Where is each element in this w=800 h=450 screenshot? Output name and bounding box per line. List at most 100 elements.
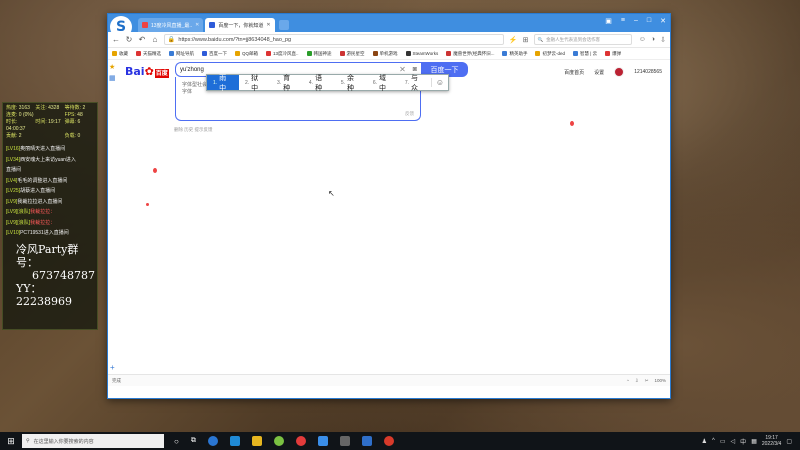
tab-close-icon[interactable]: ✕ — [195, 22, 199, 28]
bookmark-label: 网址导航 — [176, 50, 194, 56]
bookmark-item[interactable]: 韩国神途 — [306, 51, 332, 57]
party-number: 673748787 — [32, 268, 95, 282]
bookmark-item[interactable]: 初梦云-ded — [535, 51, 565, 57]
bookmark-item[interactable]: 游民星空 — [339, 51, 365, 57]
baidu-logo[interactable]: Bai✿ 百度 — [125, 65, 169, 78]
grid-icon[interactable]: ⊞ — [523, 36, 529, 44]
new-tab-button[interactable] — [278, 20, 289, 30]
app-red-icon[interactable] — [295, 436, 306, 446]
speaker-icon[interactable]: ◔ — [626, 378, 629, 384]
extension-icon[interactable]: ◑ — [651, 36, 655, 44]
username[interactable]: 1214028565 — [634, 69, 662, 75]
bookmark-item[interactable]: 网址导航 — [169, 51, 194, 57]
clock-date: 2022/3/4 — [761, 441, 782, 447]
bookmark-item[interactable]: 收藏 — [112, 51, 128, 57]
screenshot-icon[interactable]: ✂ — [645, 378, 649, 384]
bookmark-item[interactable]: QQ邮箱 — [235, 51, 258, 57]
ime-candidate[interactable]: 1. 雨中 — [207, 74, 239, 92]
menu-icon[interactable]: ≡ — [621, 17, 625, 25]
close-icon[interactable]: ✕ — [660, 17, 666, 25]
account-icon[interactable]: ☺ — [639, 36, 646, 44]
zoom-level[interactable]: 100% — [654, 378, 666, 384]
chat-line: 直播间 — [6, 165, 94, 176]
bookmark-item[interactable]: 爆弹 — [605, 51, 621, 57]
multitask-icon[interactable]: ⧉ — [191, 437, 196, 445]
bookmark-item[interactable]: 13度冷风直.. — [266, 51, 299, 57]
home-icon[interactable]: ⌂ — [151, 35, 159, 44]
suggestion-item[interactable]: 字体 — [182, 88, 192, 95]
overlay-stat — [35, 133, 64, 140]
suggestion-feedback[interactable]: 反馈 — [405, 111, 414, 117]
download-status-icon[interactable]: ⇩ — [635, 378, 639, 384]
network-icon[interactable]: ▭ — [720, 438, 726, 445]
avatar[interactable] — [614, 67, 625, 77]
windows-start-icon[interactable]: ⊞ — [0, 432, 22, 450]
favorite-star-icon[interactable]: ★ — [109, 62, 116, 73]
app-record-icon[interactable] — [383, 436, 394, 446]
keyboard-icon[interactable]: ▦ — [751, 438, 757, 445]
status-tools: ◔ ⇩ ✂ 100% — [626, 378, 666, 384]
clear-search-icon[interactable]: ✕ — [399, 65, 406, 74]
bookmark-item[interactable]: 精英助手 — [502, 51, 527, 57]
download-icon[interactable]: ⇩ — [660, 36, 666, 44]
browser-logo-icon[interactable]: S — [110, 16, 132, 38]
volume-icon[interactable]: ◁ — [731, 438, 736, 445]
ime-candidate[interactable]: 5. 余种 — [335, 74, 367, 92]
baidu-home-link[interactable]: 百度首页 — [564, 69, 584, 76]
ime-candidate[interactable]: 4. 语种 — [303, 75, 335, 92]
edge-icon[interactable] — [229, 436, 240, 446]
browser-360-icon[interactable] — [207, 436, 218, 446]
taskbar: ⊞ ⚲ 在这里输入你要搜索的内容 ○ ⧉ ♟ ^ ▭ ◁ 中 ▦ 19:17 2… — [0, 432, 800, 450]
ime-candidate[interactable]: 6. 域中 — [367, 75, 399, 92]
bookmark-item[interactable]: 天猫精选 — [136, 51, 161, 57]
bookmark-item[interactable]: 魔兽世界(经典怀旧... — [446, 51, 494, 57]
skin-icon[interactable]: ▣ — [605, 17, 612, 25]
bookmark-label: 初梦云-ded — [542, 50, 565, 56]
paw-icon: ✿ — [144, 65, 154, 78]
obs-icon[interactable] — [339, 436, 350, 446]
history-feedback[interactable]: 删除 历史 提示反馈 — [174, 127, 213, 133]
candidate-text: 雨中 — [219, 74, 227, 92]
candidate-text: 余种 — [347, 74, 355, 92]
bookmark-label: 魔兽世界(经典怀旧... — [453, 50, 495, 56]
file-explorer-icon[interactable] — [251, 436, 262, 446]
bookmark-favicon-icon — [405, 51, 411, 56]
chat-message: 直播间 — [6, 167, 22, 173]
chevron-up-icon[interactable]: ^ — [712, 438, 715, 444]
bookmark-item[interactable]: 单机游戏 — [372, 51, 398, 57]
task-view-icon[interactable]: ○ — [174, 437, 179, 446]
app-blue-icon[interactable] — [317, 436, 328, 446]
bookmark-item[interactable]: SteamWorks — [405, 51, 438, 56]
ime-indicator[interactable]: 中 — [740, 437, 746, 446]
ime-candidate[interactable]: 3. 育种 — [271, 75, 303, 92]
ime-emoji-icon[interactable]: ☺ — [430, 78, 444, 87]
candidate-number: 1. — [213, 79, 218, 86]
add-sidebar-icon[interactable]: + — [110, 363, 115, 372]
bookmark-item[interactable]: 百度一下 — [202, 51, 227, 57]
tab-baidu[interactable]: 百度一下，你就知道 ✕ — [205, 18, 275, 32]
notification-icon[interactable]: ▢ — [786, 438, 792, 445]
undo-icon[interactable]: ↶ — [138, 35, 146, 44]
status-bar: 完成 ◔ ⇩ ✂ 100% — [108, 374, 670, 386]
tab-stream[interactable]: 13度冷风直播_最.. ✕ — [138, 18, 204, 32]
address-bar[interactable]: 🔒 https://www.baidu.com/?tn=jj8634048_ha… — [163, 34, 504, 45]
bookmark-item[interactable]: 智慧 | 云 — [572, 51, 597, 57]
minimize-icon[interactable]: – — [634, 17, 638, 25]
clock[interactable]: 19:17 2022/3/4 — [762, 435, 781, 447]
taskbar-search-input[interactable]: ⚲ 在这里输入你要搜索的内容 — [22, 434, 164, 448]
overlay-stat: 连麦: 0 (0%) — [6, 112, 35, 119]
sidebar-panel-icon[interactable]: ▦ — [109, 73, 116, 84]
stat-label: 贡献: — [6, 133, 18, 139]
overlay-stat — [35, 112, 64, 119]
tab-close-icon[interactable]: ✕ — [266, 22, 270, 28]
ime-candidate[interactable]: 7. 与众 — [399, 75, 431, 92]
app-chart-icon[interactable] — [361, 436, 372, 446]
side-search-input[interactable]: 🔍 金融人生代表追到会话作客 — [533, 34, 632, 45]
person-icon[interactable]: ♟ — [702, 438, 707, 445]
maximize-icon[interactable]: □ — [647, 17, 651, 25]
stat-value: 2 — [18, 133, 22, 139]
game-icon[interactable] — [273, 436, 284, 446]
ime-candidate[interactable]: 2. 狱中 — [239, 75, 271, 92]
flash-icon[interactable]: ⚡ — [509, 36, 518, 44]
settings-link[interactable]: 设置 — [594, 69, 604, 76]
